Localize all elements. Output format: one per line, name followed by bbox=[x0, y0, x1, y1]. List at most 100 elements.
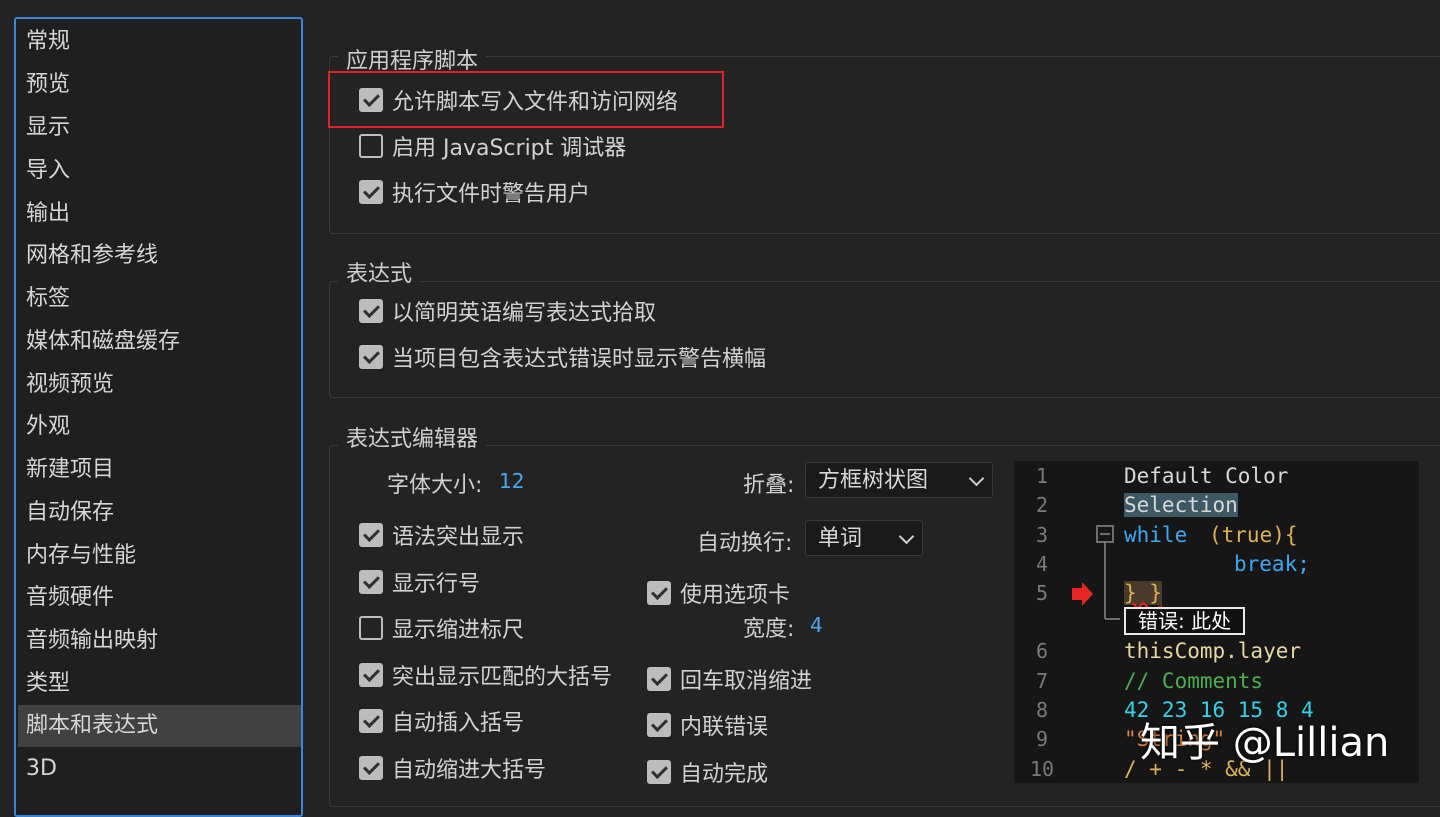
line-number: 1 bbox=[1035, 464, 1049, 488]
sidebar-item-scripting-expressions[interactable]: 脚本和表达式 bbox=[18, 705, 301, 747]
sidebar-item-appearance[interactable]: 外观 bbox=[18, 406, 301, 448]
line-number: 5 bbox=[1035, 581, 1049, 605]
line-number: 9 bbox=[1035, 727, 1049, 751]
checkbox-checked-icon bbox=[359, 299, 383, 323]
word-wrap-value: 单词 bbox=[818, 526, 863, 551]
word-wrap-label: 自动换行: bbox=[697, 531, 793, 556]
sidebar-item-auto-save[interactable]: 自动保存 bbox=[18, 492, 301, 534]
line-number: 7 bbox=[1035, 669, 1049, 693]
sidebar-item-type[interactable]: 类型 bbox=[18, 663, 301, 705]
inline-errors-checkbox[interactable]: 内联错误 bbox=[647, 709, 768, 741]
font-size-label: 字体大小: bbox=[387, 473, 483, 498]
sidebar-item-labels[interactable]: 标签 bbox=[18, 278, 301, 320]
code-keyword-break: break; bbox=[1234, 552, 1310, 576]
enter-unindent-checkbox[interactable]: 回车取消缩进 bbox=[647, 663, 812, 695]
font-size-value[interactable]: 12 bbox=[499, 469, 524, 493]
watermark-text: 知乎 @Lillian bbox=[1140, 720, 1390, 766]
warning-banner-checkbox[interactable]: 当项目包含表达式错误时显示警告横幅 bbox=[359, 341, 766, 373]
code-paren-true: (true){ bbox=[1209, 523, 1298, 547]
code-keyword-while: while bbox=[1124, 523, 1188, 547]
expression-editor-group-title: 表达式编辑器 bbox=[338, 421, 487, 453]
allow-script-write-label: 允许脚本写入文件和访问网络 bbox=[392, 90, 679, 115]
sidebar-item-output[interactable]: 输出 bbox=[18, 193, 301, 235]
enable-js-debugger-checkbox[interactable]: 启用 JavaScript 调试器 bbox=[359, 130, 626, 162]
checkbox-checked-icon bbox=[359, 570, 383, 594]
preferences-sidebar: 常规 预览 显示 导入 输出 网格和参考线 标签 媒体和磁盘缓存 视频预览 外观… bbox=[14, 17, 303, 817]
fold-label: 折叠: bbox=[743, 473, 795, 498]
checkbox-checked-icon bbox=[647, 667, 671, 691]
enter-unindent-label: 回车取消缩进 bbox=[680, 669, 813, 694]
code-selection: Selection bbox=[1124, 493, 1238, 517]
plain-english-label: 以简明英语编写表达式拾取 bbox=[392, 301, 657, 326]
fold-style-select[interactable]: 方框树状图 bbox=[805, 462, 993, 498]
sidebar-item-grids-guides[interactable]: 网格和参考线 bbox=[18, 235, 301, 277]
indent-guides-checkbox[interactable]: 显示缩进标尺 bbox=[359, 612, 524, 644]
sidebar-item-display[interactable]: 显示 bbox=[18, 107, 301, 149]
checkbox-checked-icon bbox=[359, 663, 383, 687]
checkbox-checked-icon bbox=[647, 713, 671, 737]
code-this-comp: thisComp.layer bbox=[1124, 639, 1302, 663]
word-wrap-select[interactable]: 单词 bbox=[805, 520, 923, 556]
tab-width-value[interactable]: 4 bbox=[810, 613, 823, 637]
checkbox-checked-icon bbox=[359, 345, 383, 369]
error-arrow-icon bbox=[1072, 582, 1093, 606]
inline-errors-label: 内联错误 bbox=[680, 715, 769, 740]
checkbox-unchecked-icon bbox=[359, 616, 383, 640]
checkbox-checked-icon bbox=[359, 523, 383, 547]
match-brackets-label: 突出显示匹配的大括号 bbox=[392, 665, 613, 690]
checkbox-checked-icon bbox=[359, 88, 383, 112]
fold-box-icon[interactable] bbox=[1094, 523, 1120, 623]
line-number: 4 bbox=[1035, 552, 1049, 576]
line-numbers-label: 显示行号 bbox=[392, 572, 481, 597]
syntax-highlight-label: 语法突出显示 bbox=[392, 525, 525, 550]
checkbox-unchecked-icon bbox=[359, 134, 383, 158]
code-comment: // Comments bbox=[1124, 669, 1264, 693]
sidebar-item-audio-output-mapping[interactable]: 音频输出映射 bbox=[18, 620, 301, 662]
checkbox-checked-icon bbox=[359, 709, 383, 733]
line-numbers-checkbox[interactable]: 显示行号 bbox=[359, 566, 480, 598]
fold-style-value: 方框树状图 bbox=[818, 468, 929, 493]
sidebar-item-3d[interactable]: 3D bbox=[18, 748, 301, 790]
checkbox-checked-icon bbox=[647, 581, 671, 605]
auto-insert-brackets-checkbox[interactable]: 自动插入括号 bbox=[359, 705, 524, 737]
enable-js-debugger-label: 启用 JavaScript 调试器 bbox=[392, 136, 627, 161]
inline-error-message: 错误: 此处 bbox=[1124, 607, 1246, 635]
code-close-braces: } } bbox=[1124, 581, 1162, 605]
autocomplete-label: 自动完成 bbox=[680, 762, 769, 787]
sidebar-item-media-cache[interactable]: 媒体和磁盘缓存 bbox=[18, 321, 301, 363]
allow-script-write-checkbox[interactable]: 允许脚本写入文件和访问网络 bbox=[359, 84, 678, 116]
line-number: 2 bbox=[1035, 493, 1049, 517]
checkbox-checked-icon bbox=[359, 180, 383, 204]
auto-indent-braces-label: 自动缩进大括号 bbox=[392, 758, 547, 783]
checkbox-checked-icon bbox=[359, 756, 383, 780]
plain-english-checkbox[interactable]: 以简明英语编写表达式拾取 bbox=[359, 295, 656, 327]
code-default-color: Default Color bbox=[1124, 464, 1289, 488]
autocomplete-checkbox[interactable]: 自动完成 bbox=[647, 756, 768, 788]
line-number: 8 bbox=[1035, 698, 1049, 722]
line-number: 3 bbox=[1035, 523, 1049, 547]
sidebar-item-general[interactable]: 常规 bbox=[18, 21, 301, 63]
auto-indent-braces-checkbox[interactable]: 自动缩进大括号 bbox=[359, 752, 546, 784]
match-brackets-checkbox[interactable]: 突出显示匹配的大括号 bbox=[359, 659, 612, 691]
warn-user-label: 执行文件时警告用户 bbox=[392, 182, 591, 207]
auto-insert-brackets-label: 自动插入括号 bbox=[392, 711, 525, 736]
use-tabs-checkbox[interactable]: 使用选项卡 bbox=[647, 577, 790, 609]
warning-banner-label: 当项目包含表达式错误时显示警告横幅 bbox=[392, 347, 767, 372]
tab-width-label: 宽度: bbox=[743, 617, 795, 642]
sidebar-item-import[interactable]: 导入 bbox=[18, 150, 301, 192]
use-tabs-label: 使用选项卡 bbox=[680, 583, 791, 608]
chevron-down-icon bbox=[898, 528, 915, 545]
indent-guides-label: 显示缩进标尺 bbox=[392, 618, 525, 643]
chevron-down-icon bbox=[968, 470, 985, 487]
checkbox-checked-icon bbox=[647, 760, 671, 784]
sidebar-item-previews[interactable]: 预览 bbox=[18, 64, 301, 106]
line-number: 6 bbox=[1035, 639, 1049, 663]
sidebar-item-video-preview[interactable]: 视频预览 bbox=[18, 364, 301, 406]
warn-user-checkbox[interactable]: 执行文件时警告用户 bbox=[359, 176, 590, 208]
sidebar-item-memory-performance[interactable]: 内存与性能 bbox=[18, 535, 301, 577]
line-number: 10 bbox=[1029, 757, 1055, 781]
sidebar-item-audio-hardware[interactable]: 音频硬件 bbox=[18, 577, 301, 619]
syntax-highlight-checkbox[interactable]: 语法突出显示 bbox=[359, 519, 524, 551]
sidebar-item-new-project[interactable]: 新建项目 bbox=[18, 449, 301, 491]
expressions-group-title: 表达式 bbox=[338, 256, 421, 288]
